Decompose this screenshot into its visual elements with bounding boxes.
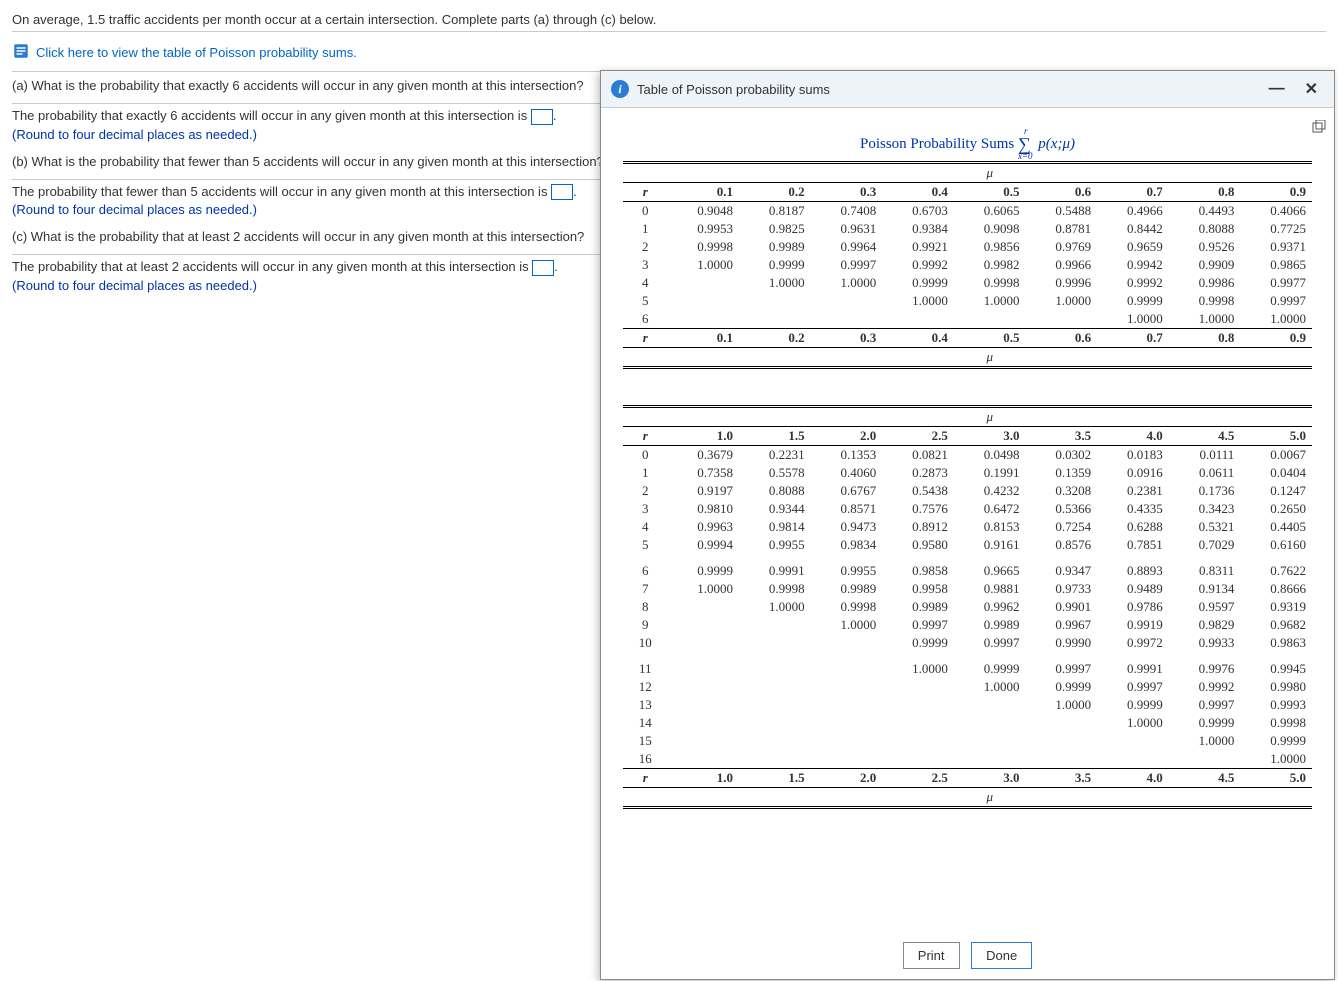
minimize-button[interactable]: — xyxy=(1263,80,1291,98)
print-button[interactable]: Print xyxy=(903,942,960,969)
part-a-answer-suffix: . xyxy=(553,108,557,123)
part-c-input[interactable] xyxy=(532,260,554,276)
poisson-table-1: μr0.10.20.30.40.50.60.70.80.900.90480.81… xyxy=(623,161,1312,371)
poisson-table-modal: i Table of Poisson probability sums — ✕ … xyxy=(600,70,1335,980)
part-c-answer-suffix: . xyxy=(554,259,558,274)
popout-icon[interactable] xyxy=(1312,120,1326,137)
part-b-input[interactable] xyxy=(551,184,573,200)
close-button[interactable]: ✕ xyxy=(1299,79,1324,99)
part-c-answer-prefix: The probability that at least 2 accident… xyxy=(12,259,532,274)
part-a-answer-prefix: The probability that exactly 6 accidents… xyxy=(12,108,531,123)
part-b-answer-prefix: The probability that fewer than 5 accide… xyxy=(12,184,551,199)
problem-intro: On average, 1.5 traffic accidents per mo… xyxy=(12,8,1326,32)
part-a-input[interactable] xyxy=(531,109,553,125)
book-icon xyxy=(12,42,30,63)
part-b-answer-suffix: . xyxy=(573,184,577,199)
modal-title: Table of Poisson probability sums xyxy=(637,82,1255,97)
poisson-table-link[interactable]: Click here to view the table of Poisson … xyxy=(36,45,357,60)
info-icon: i xyxy=(611,80,629,98)
done-button[interactable]: Done xyxy=(971,942,1032,969)
table-heading: Poisson Probability Sums r ∑ x=0 p(x;μ) xyxy=(623,134,1312,155)
poisson-table-2: μr1.01.52.02.53.03.54.04.55.000.36790.22… xyxy=(623,405,1312,811)
